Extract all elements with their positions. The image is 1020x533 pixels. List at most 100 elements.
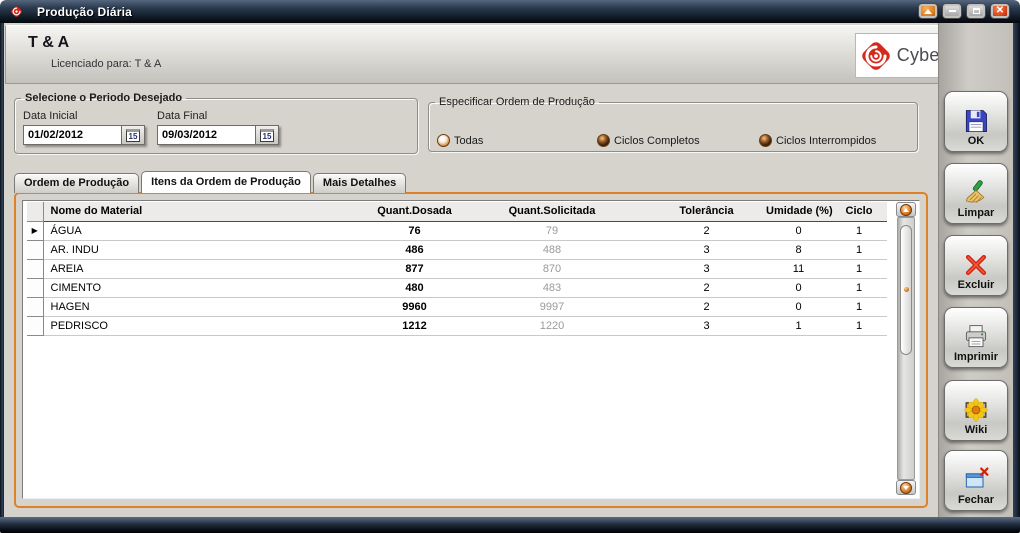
table-row[interactable]: HAGEN99609997201: [27, 297, 887, 316]
cell: AREIA: [43, 259, 372, 278]
radio-ciclos-interrompidos[interactable]: Ciclos Interrompidos: [759, 134, 876, 147]
tab-panel: Nome do MaterialQuant.DosadaQuant.Solici…: [14, 192, 928, 508]
cell: 3: [647, 316, 766, 335]
scroll-down-button[interactable]: [896, 480, 916, 495]
row-gutter: [27, 297, 43, 316]
minimize-icon: [949, 10, 956, 12]
cell: 1: [831, 221, 887, 240]
cell: 1: [831, 316, 887, 335]
scroll-up-icon: [900, 204, 912, 216]
column-header: Ciclo: [831, 202, 887, 221]
cell: 79: [457, 221, 647, 240]
limpar-button[interactable]: Limpar: [944, 163, 1008, 224]
rollup-button[interactable]: [918, 3, 938, 19]
app-icon: [9, 4, 24, 19]
header-band: T & A Licenciado para: T & A CyberContro…: [5, 25, 1013, 84]
materials-table: Nome do MaterialQuant.DosadaQuant.Solici…: [27, 202, 887, 336]
column-header: Umidade (%): [766, 202, 831, 221]
table-header-row: Nome do MaterialQuant.DosadaQuant.Solici…: [27, 202, 887, 221]
cell: AR. INDU: [43, 240, 372, 259]
table-row[interactable]: AR. INDU486488381: [27, 240, 887, 259]
radio-todas[interactable]: Todas: [437, 134, 483, 147]
broom-icon: [961, 179, 991, 207]
rollup-icon: [924, 9, 932, 14]
cell: HAGEN: [43, 297, 372, 316]
tab-strip: Ordem de Produção Itens da Ordem de Prod…: [14, 171, 406, 193]
maximize-icon: [973, 8, 980, 14]
cell: PEDRISCO: [43, 316, 372, 335]
window-border-left: [0, 23, 4, 517]
table-body: ▶ÁGUA7679201AR. INDU486488381AREIA877870…: [27, 221, 887, 335]
cell: 486: [372, 240, 457, 259]
cell: 488: [457, 240, 647, 259]
cybercontrol-swirl-icon: [857, 37, 895, 75]
end-date-label: Data Final: [157, 110, 279, 122]
column-header: Quant.Solicitada: [457, 202, 647, 221]
table-row[interactable]: PEDRISCO12121220311: [27, 316, 887, 335]
window-controls: ✕: [918, 3, 1010, 19]
wiki-button[interactable]: Wiki: [944, 380, 1008, 441]
scrollbar-track[interactable]: [897, 217, 915, 480]
radio-icon: [597, 134, 610, 147]
ok-button[interactable]: OK: [944, 91, 1008, 152]
header-gutter: [27, 202, 43, 221]
close-icon: ✕: [996, 6, 1004, 16]
row-gutter: [27, 278, 43, 297]
cell: 9960: [372, 297, 457, 316]
delete-x-icon: [961, 251, 991, 279]
cell: 0: [766, 278, 831, 297]
start-date-label: Data Inicial: [23, 110, 145, 122]
row-gutter: [27, 259, 43, 278]
tab-mais-detalhes[interactable]: Mais Detalhes: [313, 173, 406, 193]
radio-ciclos-completos[interactable]: Ciclos Completos: [597, 134, 700, 147]
end-date-group: Data Final 15: [157, 110, 279, 145]
scroll-up-button[interactable]: [896, 202, 916, 217]
minimize-button[interactable]: [942, 3, 962, 19]
period-groupbox: Selecione o Periodo Desejado Data Inicia…: [14, 92, 418, 154]
start-date-calendar-button[interactable]: 15: [121, 125, 145, 145]
cell: 1: [831, 259, 887, 278]
scroll-down-icon: [900, 482, 912, 494]
table-container: Nome do MaterialQuant.DosadaQuant.Solici…: [22, 200, 920, 499]
cell: 877: [372, 259, 457, 278]
cell: 8: [766, 240, 831, 259]
license-text: Licenciado para: T & A: [51, 58, 161, 70]
vertical-scrollbar: [896, 202, 916, 495]
cell: 3: [647, 240, 766, 259]
cell: 870: [457, 259, 647, 278]
period-legend: Selecione o Periodo Desejado: [21, 92, 186, 104]
cell: 480: [372, 278, 457, 297]
titlebar: Produção Diária ✕: [0, 0, 1020, 23]
scrollbar-thumb[interactable]: [900, 225, 912, 355]
row-gutter: [27, 316, 43, 335]
table-row[interactable]: ▶ÁGUA7679201: [27, 221, 887, 240]
calendar-icon: 15: [260, 129, 274, 142]
cell: 9997: [457, 297, 647, 316]
fechar-button[interactable]: Fechar: [944, 450, 1008, 511]
table-row[interactable]: AREIA8778703111: [27, 259, 887, 278]
cell: 1: [831, 278, 887, 297]
cell: 2: [647, 278, 766, 297]
save-icon: [961, 107, 991, 135]
table-row[interactable]: CIMENTO480483201: [27, 278, 887, 297]
cell: 3: [647, 259, 766, 278]
app-window: Produção Diária ✕ T & A Licenciado para:…: [0, 0, 1020, 533]
close-button[interactable]: ✕: [990, 3, 1010, 19]
cell: ÁGUA: [43, 221, 372, 240]
imprimir-button[interactable]: Imprimir: [944, 307, 1008, 368]
radio-icon: [759, 134, 772, 147]
calendar-icon: 15: [126, 129, 140, 142]
start-date-input[interactable]: [23, 125, 121, 145]
start-date-group: Data Inicial 15: [23, 110, 145, 145]
cell: 2: [647, 221, 766, 240]
end-date-calendar-button[interactable]: 15: [255, 125, 279, 145]
end-date-input[interactable]: [157, 125, 255, 145]
order-filter-legend: Especificar Ordem de Produção: [435, 96, 599, 108]
cell: 1212: [372, 316, 457, 335]
tab-ordem-de-producao[interactable]: Ordem de Produção: [14, 173, 139, 193]
maximize-button[interactable]: [966, 3, 986, 19]
excluir-button[interactable]: Excluir: [944, 235, 1008, 296]
tab-itens-da-ordem[interactable]: Itens da Ordem de Produção: [141, 171, 311, 193]
cell: 11: [766, 259, 831, 278]
company-name: T & A: [28, 34, 69, 52]
